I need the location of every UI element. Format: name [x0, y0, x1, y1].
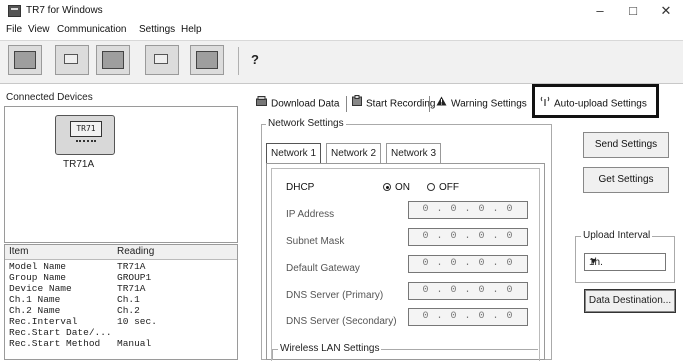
- minimize-button[interactable]: –: [586, 2, 614, 20]
- tab-download-data[interactable]: Download Data: [256, 94, 339, 114]
- table-row-item: Ch.2 Name: [9, 305, 61, 316]
- toolbar-graph-icon[interactable]: [145, 45, 179, 75]
- menu-bar: File View Communication Settings Help: [0, 22, 683, 38]
- dhcp-off-radio[interactable]: [427, 183, 435, 191]
- subnet-mask-field[interactable]: 0 . 0 . 0 . 0: [408, 228, 528, 246]
- dhcp-off-label: OFF: [439, 182, 459, 193]
- tab-divider: [429, 96, 430, 112]
- ip-address-field[interactable]: 0 . 0 . 0 . 0: [408, 201, 528, 219]
- device-info-table: Item Reading Model Name TR71A Group Name…: [4, 244, 238, 360]
- active-tab-highlight: [532, 84, 659, 118]
- download-icon: [256, 94, 267, 114]
- connected-devices-label: Connected Devices: [6, 92, 93, 103]
- tab-warning-settings[interactable]: Warning Settings: [436, 94, 527, 114]
- tab-network-2[interactable]: Network 2: [326, 143, 382, 164]
- dhcp-on-radio[interactable]: [383, 183, 391, 191]
- default-gateway-label: Default Gateway: [286, 263, 360, 274]
- menu-file[interactable]: File: [6, 24, 22, 35]
- table-row-item: Group Name: [9, 272, 67, 283]
- dns-secondary-label: DNS Server (Secondary): [286, 316, 397, 327]
- column-header-item: Item: [9, 246, 29, 257]
- chevron-down-icon: ▼: [589, 256, 598, 266]
- default-gateway-field[interactable]: 0 . 0 . 0 . 0: [408, 255, 528, 273]
- table-row-value: TR71A: [117, 283, 146, 294]
- table-row-value: GROUP1: [117, 272, 152, 283]
- upload-interval-select[interactable]: 1h. ▼: [584, 253, 666, 271]
- tab-network-1[interactable]: Network 1: [266, 143, 322, 164]
- warning-icon: [436, 94, 447, 114]
- menu-communication[interactable]: Communication: [57, 24, 126, 35]
- get-settings-button[interactable]: Get Settings: [583, 167, 669, 193]
- dhcp-on-label: ON: [395, 182, 410, 193]
- logger-device-icon[interactable]: TR71: [55, 115, 115, 155]
- column-header-reading: Reading: [117, 246, 155, 257]
- send-settings-button[interactable]: Send Settings: [583, 132, 669, 158]
- menu-settings[interactable]: Settings: [139, 24, 175, 35]
- tab-start-recording[interactable]: Start Recording: [352, 94, 435, 114]
- table-row-value: TR71A: [117, 261, 146, 272]
- dhcp-label: DHCP: [286, 182, 315, 193]
- tab-divider: [346, 96, 347, 112]
- table-row-value: Manual: [117, 338, 152, 349]
- table-row-item: Model Name: [9, 261, 67, 272]
- table-row-item: Device Name: [9, 283, 72, 294]
- tab-start-recording-label: Start Recording: [366, 98, 436, 110]
- table-row-item: Rec.Start Date/...: [9, 327, 112, 338]
- dns-primary-label: DNS Server (Primary): [286, 290, 384, 301]
- table-header: Item Reading: [5, 245, 237, 260]
- tab-network-3[interactable]: Network 3: [386, 143, 442, 164]
- title-bar: TR7 for Windows – □ ✕: [0, 0, 683, 22]
- table-row-item: Rec.Interval: [9, 316, 78, 327]
- toolbar-table-icon[interactable]: [190, 45, 224, 75]
- window-title: TR7 for Windows: [26, 5, 103, 16]
- app-icon: [8, 5, 21, 17]
- device-screen: TR71: [70, 121, 102, 137]
- table-row-value: 10 sec.: [117, 316, 157, 327]
- data-destination-button[interactable]: Data Destination...: [584, 289, 676, 313]
- device-name-label: TR71A: [63, 159, 95, 170]
- tab-download-data-label: Download Data: [271, 98, 340, 110]
- wireless-lan-label: Wireless LAN Settings: [278, 343, 382, 354]
- device-list[interactable]: TR71 TR71A: [4, 106, 238, 243]
- dns-primary-field[interactable]: 0 . 0 . 0 . 0: [408, 282, 528, 300]
- toolbar-separator: [238, 47, 239, 75]
- left-panel: Connected Devices TR71 TR71A Item Readin…: [0, 84, 239, 360]
- close-button[interactable]: ✕: [652, 2, 680, 20]
- table-row-item: Ch.1 Name: [9, 294, 61, 305]
- maximize-button[interactable]: □: [619, 2, 647, 20]
- recording-icon: [352, 94, 362, 114]
- tab-warning-settings-label: Warning Settings: [451, 98, 527, 110]
- toolbar-grid-icon[interactable]: [96, 45, 130, 75]
- menu-view[interactable]: View: [28, 24, 50, 35]
- help-icon[interactable]: ?: [246, 51, 264, 69]
- table-row-value: Ch.1: [117, 294, 140, 305]
- menu-help[interactable]: Help: [181, 24, 202, 35]
- network-settings-label: Network Settings: [266, 118, 346, 129]
- dns-secondary-field[interactable]: 0 . 0 . 0 . 0: [408, 308, 528, 326]
- upload-interval-label: Upload Interval: [581, 230, 653, 241]
- table-row-value: Ch.2: [117, 305, 140, 316]
- toolbar-device-icon[interactable]: [8, 45, 42, 75]
- toolbar: ?: [0, 40, 683, 84]
- ip-address-label: IP Address: [286, 209, 335, 220]
- toolbar-folder-icon[interactable]: [55, 45, 89, 75]
- subnet-mask-label: Subnet Mask: [286, 236, 345, 247]
- table-row-item: Rec.Start Method: [9, 338, 101, 349]
